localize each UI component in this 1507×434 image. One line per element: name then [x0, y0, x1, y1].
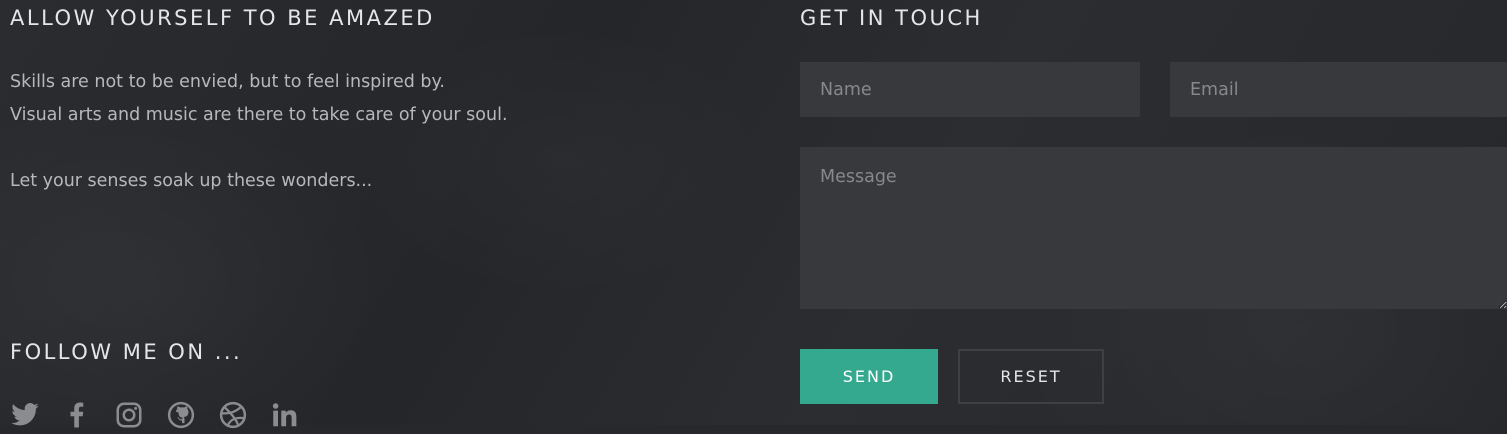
reset-button[interactable]: RESET	[958, 349, 1104, 404]
name-field[interactable]	[800, 62, 1140, 117]
instagram-icon	[116, 402, 142, 428]
instagram-link[interactable]	[114, 400, 144, 430]
intro-line: Let your senses soak up these wonders...	[10, 171, 373, 191]
linkedin-icon	[272, 403, 297, 427]
about-section: ALLOW YOURSELF TO BE AMAZED Skills are n…	[10, 0, 750, 429]
send-button[interactable]: SEND	[800, 349, 938, 404]
linkedin-link[interactable]	[270, 400, 300, 430]
social-links	[10, 400, 322, 430]
contact-heading: GET IN TOUCH	[800, 6, 983, 30]
follow-heading: FOLLOW ME ON ...	[10, 340, 243, 364]
github-link[interactable]	[166, 400, 196, 430]
dribbble-icon	[219, 401, 247, 429]
twitter-icon	[11, 403, 39, 426]
facebook-link[interactable]	[62, 400, 92, 430]
message-field[interactable]	[800, 147, 1507, 309]
contact-section: GET IN TOUCH SEND RESET	[800, 0, 1507, 425]
intro-line: Skills are not to be envied, but to feel…	[10, 72, 445, 92]
intro-text: Skills are not to be envied, but to feel…	[10, 66, 508, 198]
dribbble-link[interactable]	[218, 400, 248, 430]
facebook-icon	[70, 402, 84, 428]
email-field[interactable]	[1170, 62, 1507, 117]
twitter-link[interactable]	[10, 400, 40, 430]
github-icon	[167, 401, 195, 429]
about-heading: ALLOW YOURSELF TO BE AMAZED	[10, 6, 435, 30]
intro-line: Visual arts and music are there to take …	[10, 105, 508, 125]
